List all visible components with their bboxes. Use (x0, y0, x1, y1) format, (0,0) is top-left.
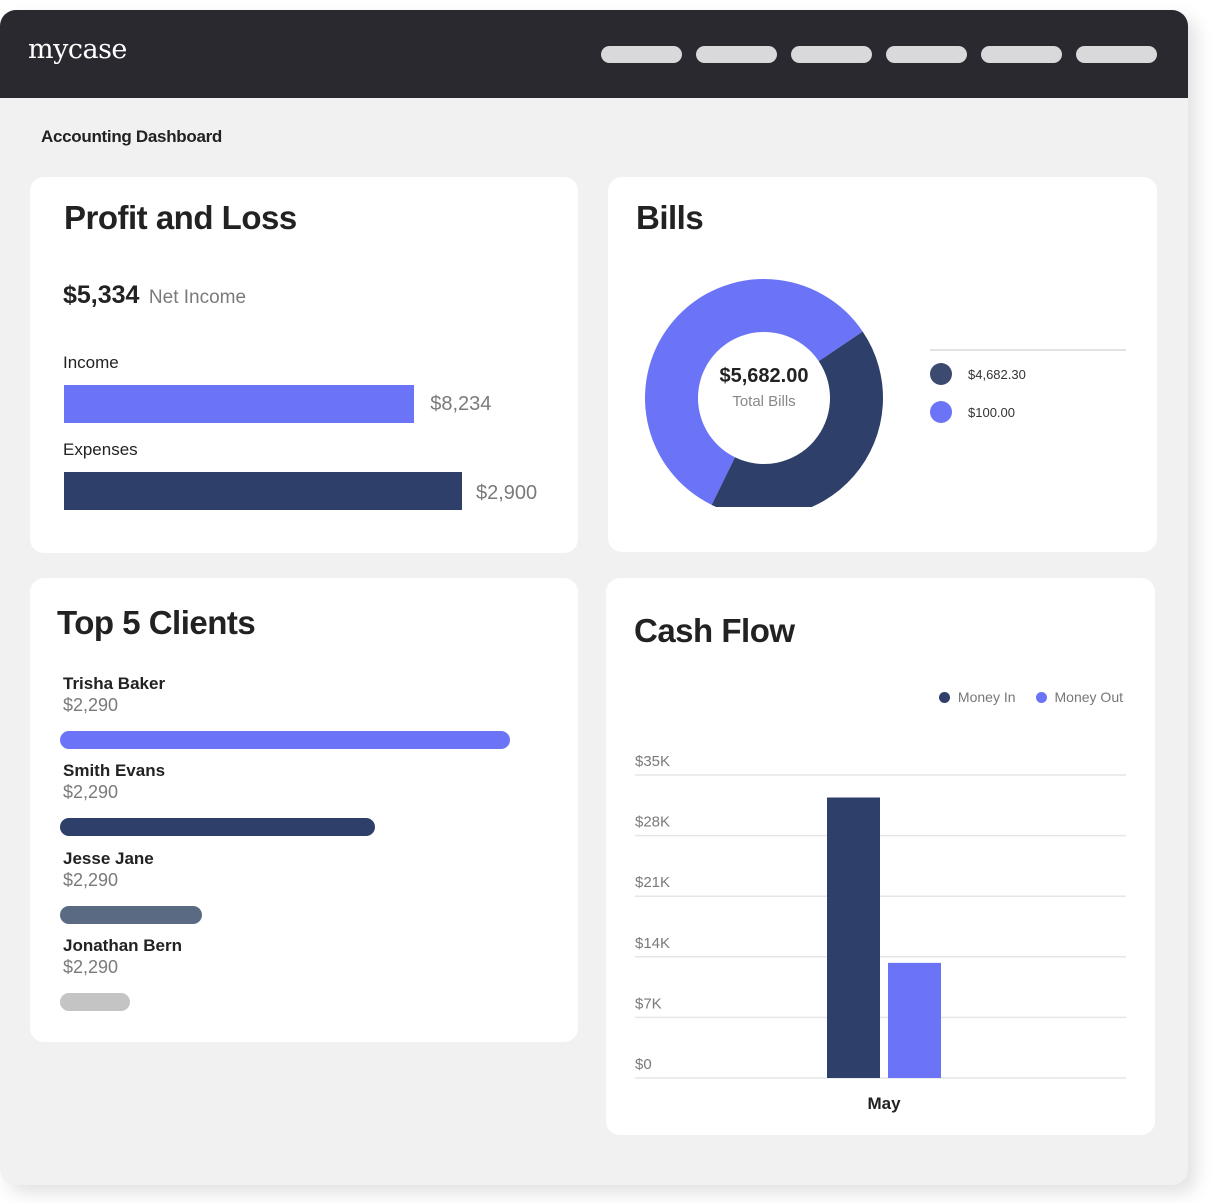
client-name: Jesse Jane (63, 849, 154, 868)
client-bar[interactable] (60, 993, 130, 1011)
bills-card: Bills $5,682.00 Total Bills $4,682.30 $1… (608, 177, 1157, 552)
y-tick-label: $28K (635, 814, 670, 831)
income-value: $8,234 (430, 393, 492, 415)
y-tick-label: $0 (635, 1056, 652, 1073)
expenses-label: Expenses (63, 440, 138, 459)
bar-money-in[interactable] (827, 797, 880, 1078)
top-navigation-bar: mycase (0, 10, 1188, 98)
client-bar[interactable] (60, 906, 202, 924)
y-tick-label: $7K (635, 995, 662, 1012)
profit-loss-card: Profit and Loss $5,334 Net Income Income… (30, 177, 578, 553)
y-tick-label: $21K (635, 874, 670, 891)
page-title: Accounting Dashboard (41, 127, 223, 146)
bills-legend-label: $4,682.30 (968, 366, 1026, 382)
nav-item-2[interactable] (696, 46, 777, 63)
client-bar[interactable] (60, 818, 375, 836)
nav-item-6[interactable] (1076, 46, 1157, 63)
expenses-bar[interactable] (64, 472, 462, 510)
client-name: Trisha Baker (63, 674, 166, 693)
client-item[interactable]: Jesse Jane $2,290 (63, 849, 154, 891)
nav-item-5[interactable] (981, 46, 1062, 63)
client-item[interactable]: Jonathan Bern $2,290 (63, 936, 182, 978)
bills-legend-label: $100.00 (968, 404, 1015, 420)
bills-title: Bills (636, 199, 704, 236)
x-category-label: May (867, 1094, 901, 1113)
top-clients-title: Top 5 Clients (57, 604, 256, 641)
donut-center-label: $5,682.00 Total Bills (694, 365, 834, 410)
bills-legend-item: $100.00 (930, 401, 1015, 423)
bills-legend-item: $4,682.30 (930, 363, 1026, 385)
legend-dot-icon (930, 363, 952, 385)
legend-divider (930, 349, 1126, 351)
legend-dot-icon (930, 401, 952, 423)
bills-total-value: $5,682.00 (719, 365, 809, 387)
profit-loss-title: Profit and Loss (64, 199, 297, 236)
top-clients-card: Top 5 Clients Trisha Baker $2,290 Smith Ev… (30, 578, 578, 1042)
income-label: Income (63, 353, 119, 372)
net-income-label: Net Income (148, 287, 247, 308)
mycase-logo[interactable]: mycase (28, 34, 127, 65)
nav-item-3[interactable] (791, 46, 872, 63)
client-item[interactable]: Smith Evans $2,290 (63, 761, 165, 803)
expenses-value: $2,900 (476, 482, 538, 504)
bills-total-label: Total Bills (732, 393, 796, 410)
donut-slice[interactable] (711, 331, 883, 507)
bar-money-out[interactable] (888, 962, 941, 1078)
client-amount: $2,290 (63, 957, 119, 977)
nav-item-4[interactable] (886, 46, 967, 63)
client-amount: $2,290 (63, 782, 119, 802)
income-bar[interactable] (64, 385, 415, 423)
client-name: Smith Evans (63, 761, 166, 780)
y-tick-label: $14K (635, 935, 670, 952)
client-amount: $2,290 (63, 870, 119, 890)
client-item[interactable]: Trisha Baker $2,290 (63, 674, 165, 716)
cash-flow-chart: $0 $7K $14K $21K $28K $35K May (635, 753, 1126, 1113)
client-name: Jonathan Bern (63, 936, 183, 955)
app-window: mycase Accounting Dashboard Profit and L… (0, 10, 1188, 1185)
client-bar[interactable] (60, 731, 510, 749)
y-tick-label: $35K (635, 753, 670, 770)
client-amount: $2,290 (63, 695, 119, 715)
net-income-value: $5,334 (63, 281, 140, 309)
nav-item-1[interactable] (601, 46, 682, 63)
cash-flow-card: Cash Flow Money In Money Out $0 $7K $14K $21… (606, 578, 1155, 1135)
net-income: $5,334 Net Income (63, 281, 246, 310)
nav-menu (601, 46, 1157, 63)
